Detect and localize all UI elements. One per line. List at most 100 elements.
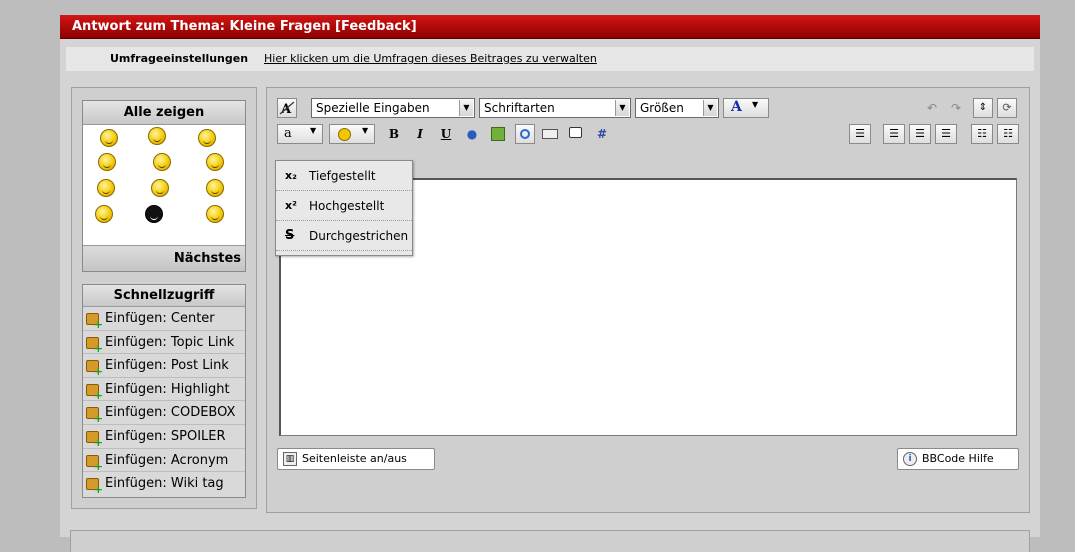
smiley-pointing-icon[interactable] <box>98 153 116 171</box>
switch-mode-icon[interactable]: ⟳ <box>997 98 1017 118</box>
quick-item-label: Einfügen: Wiki tag <box>105 476 224 492</box>
reply-frame: Antwort zum Thema: Kleine Fragen [Feedba… <box>60 15 1040 552</box>
dropdown-item-label: Tiefgestellt <box>309 169 376 183</box>
resize-icon[interactable]: ⇕ <box>973 98 993 118</box>
font-family-label: Schriftarten <box>484 101 555 115</box>
quick-access-panel: Schnellzugriff Einfügen: Center Einfügen… <box>82 284 246 498</box>
bbcode-help-label: BBCode Hilfe <box>922 452 994 465</box>
code-icon[interactable] <box>541 125 559 143</box>
page-title: Antwort zum Thema: Kleine Fragen [Feedba… <box>72 19 417 34</box>
chevron-down-icon: ▼ <box>703 100 717 116</box>
info-icon: i <box>903 452 917 466</box>
sidebar: Alle zeigen Nächstes Schnellzugriff Einf… <box>71 87 257 509</box>
undo-icon[interactable]: ↶ <box>923 99 941 117</box>
quick-item-label: Einfügen: SPOILER <box>105 428 226 444</box>
quick-item[interactable]: Einfügen: Post Link <box>83 354 245 378</box>
quick-item-label: Einfügen: Highlight <box>105 381 230 397</box>
insert-icon <box>86 383 103 401</box>
quick-access-title: Schnellzugriff <box>83 285 245 307</box>
chevron-down-icon: ▼ <box>459 100 473 116</box>
chevron-down-icon: ▼ <box>310 126 317 135</box>
sidebar-toggle-label: Seitenleiste an/aus <box>302 452 407 465</box>
quick-item[interactable]: Einfügen: Topic Link <box>83 331 245 355</box>
link-globe-icon[interactable]: ● <box>463 125 481 143</box>
insert-icon <box>86 336 103 354</box>
smiley-shocked-icon[interactable] <box>206 153 224 171</box>
italic-button[interactable]: I <box>411 125 429 143</box>
font-color-label: A <box>731 99 742 115</box>
chevron-down-icon: ▼ <box>615 100 629 116</box>
quick-item[interactable]: Einfügen: Center <box>83 307 245 331</box>
media-icon[interactable] <box>515 124 535 144</box>
special-input-select[interactable]: Spezielle Eingaben ▼ <box>311 98 475 118</box>
outdent-icon[interactable]: ☰ <box>849 124 871 144</box>
underline-button[interactable]: U <box>437 125 455 143</box>
redo-icon[interactable]: ↷ <box>947 99 965 117</box>
chevron-down-icon: ▼ <box>362 126 369 135</box>
quick-item[interactable]: Einfügen: CODEBOX <box>83 401 245 425</box>
smiley-thumbsup-icon[interactable] <box>148 127 166 145</box>
smiley-thinking-icon[interactable] <box>95 205 113 223</box>
smiley-singing-icon[interactable] <box>198 129 216 147</box>
superscript-icon: x² <box>285 199 297 212</box>
insert-icon <box>86 313 103 330</box>
font-family-select[interactable]: Schriftarten ▼ <box>479 98 631 118</box>
font-size-label: Größen <box>640 101 684 115</box>
smiley-ninja-icon[interactable] <box>145 205 163 223</box>
dropdown-item-subscript[interactable]: x₂ Tiefgestellt <box>276 161 412 191</box>
quick-item-label: Einfügen: Topic Link <box>105 334 235 350</box>
hash-button[interactable]: # <box>593 125 611 143</box>
text-style-icon: a <box>284 126 292 141</box>
title-bar: Antwort zum Thema: Kleine Fragen [Feedba… <box>60 15 1040 39</box>
dropdown-item-strikethrough[interactable]: S Durchgestrichen <box>276 221 412 251</box>
align-left-icon[interactable]: ☰ <box>883 124 905 144</box>
editor-panel: A Spezielle Eingaben ▼ Schriftarten ▼ Größ… <box>266 87 1030 513</box>
smilies-next-button[interactable]: Nächstes <box>83 245 245 271</box>
quick-item[interactable]: Einfügen: Wiki tag <box>83 472 245 496</box>
dropdown-item-superscript[interactable]: x² Hochgestellt <box>276 191 412 221</box>
strikethrough-icon: S <box>285 228 295 243</box>
bottom-panel <box>70 530 1030 552</box>
quick-item-label: Einfügen: Acronym <box>105 452 229 468</box>
sidebar-toggle-button[interactable]: ▥ Seitenleiste an/aus <box>277 448 435 470</box>
smiley-dizzy-icon[interactable] <box>206 179 224 197</box>
font-color-button[interactable]: A ▼ <box>723 98 769 118</box>
quick-item[interactable]: Einfügen: SPOILER <box>83 425 245 449</box>
insert-icon <box>86 454 103 472</box>
chevron-down-icon: ▼ <box>752 100 759 109</box>
smiley-music-icon[interactable] <box>100 129 118 147</box>
smiley-icon <box>338 128 351 141</box>
text-style-button[interactable]: a ▼ <box>277 124 323 144</box>
poll-settings-bar: Umfrageeinstellungen Hier klicken um die… <box>66 47 1034 71</box>
quote-icon[interactable] <box>567 125 585 143</box>
bbcode-help-button[interactable]: i BBCode Hilfe <box>897 448 1019 470</box>
smiley-cheer-icon[interactable] <box>151 179 169 197</box>
image-icon[interactable] <box>489 125 507 143</box>
insert-icon <box>86 430 103 448</box>
insert-icon <box>86 478 103 495</box>
align-center-icon[interactable]: ☰ <box>909 124 931 144</box>
quick-item-label: Einfügen: Center <box>105 311 215 326</box>
align-right-icon[interactable]: ☰ <box>935 124 957 144</box>
poll-settings-label: Umfrageeinstellungen <box>110 52 249 65</box>
smilies-show-all[interactable]: Alle zeigen <box>83 101 245 125</box>
bold-button[interactable]: B <box>385 125 403 143</box>
smiley-picker-button[interactable]: ▼ <box>329 124 375 144</box>
font-size-select[interactable]: Größen ▼ <box>635 98 719 118</box>
insert-icon <box>86 360 103 377</box>
quick-item-label: Einfügen: CODEBOX <box>105 405 236 421</box>
smiley-smile-icon[interactable] <box>206 205 224 223</box>
dropdown-item-label: Durchgestrichen <box>309 229 409 243</box>
text-style-dropdown: x₂ Tiefgestellt x² Hochgestellt S Durchg… <box>275 160 413 256</box>
smiley-angel-icon[interactable] <box>97 179 115 197</box>
smiley-neutral-icon[interactable] <box>153 153 171 171</box>
remove-format-icon[interactable]: A <box>277 98 297 118</box>
special-input-label: Spezielle Eingaben <box>316 101 430 115</box>
insert-icon <box>86 407 103 424</box>
ordered-list-icon[interactable]: ☷ <box>971 124 993 144</box>
unordered-list-icon[interactable]: ☷ <box>997 124 1019 144</box>
quick-item[interactable]: Einfügen: Acronym <box>83 449 245 473</box>
sidebar-toggle-icon: ▥ <box>283 452 297 466</box>
quick-item[interactable]: Einfügen: Highlight <box>83 378 245 402</box>
poll-settings-link[interactable]: Hier klicken um die Umfragen dieses Beit… <box>264 52 597 65</box>
